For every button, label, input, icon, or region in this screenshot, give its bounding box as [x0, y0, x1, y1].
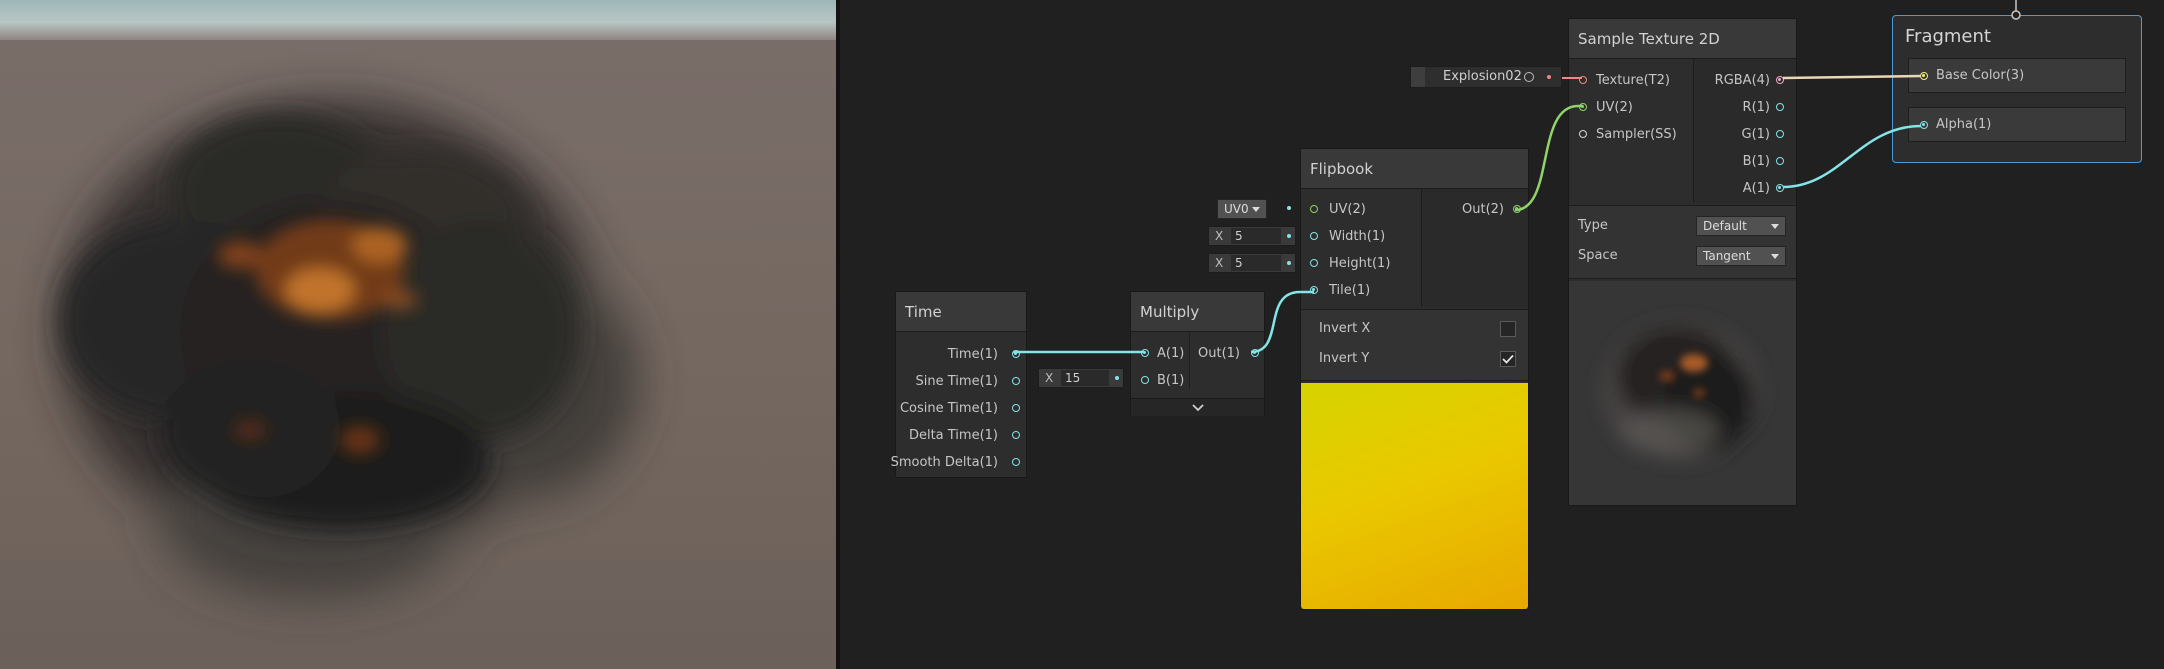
caret-down-icon [1771, 224, 1779, 229]
explosion-preview-thumbnail [1601, 321, 1761, 461]
flipbook-settings: Invert X Invert Y [1301, 309, 1528, 381]
flipbook-width-value[interactable]: 5 [1231, 228, 1281, 244]
multiply-b-value[interactable]: 15 [1061, 370, 1109, 386]
fragment-node[interactable]: Fragment Base Color(3) Alpha(1) [1892, 15, 2142, 163]
flipbook-height-value[interactable]: 5 [1231, 255, 1281, 271]
smooth-delta-output-port[interactable]: Smooth Delta(1) [891, 454, 998, 472]
multiply-expand-bar[interactable] [1131, 398, 1264, 416]
texture-field-connector [1547, 75, 1551, 79]
flipbook-tile-input-dot[interactable] [1310, 286, 1318, 294]
flipbook-uv-input-dot[interactable] [1310, 205, 1318, 213]
base-color-input-dot[interactable] [1920, 72, 1928, 80]
b-output-dot[interactable] [1776, 157, 1784, 165]
flipbook-uv-connector [1287, 206, 1291, 210]
type-dropdown[interactable]: Default [1696, 216, 1786, 236]
flipbook-node[interactable]: Flipbook UV(2) Width(1) Height(1) Tile(1… [1300, 148, 1529, 610]
time-output-port[interactable]: Time(1) [948, 346, 998, 364]
time-node[interactable]: Time Time(1) Sine Time(1) Cosine Time(1)… [891, 291, 1027, 478]
base-color-block[interactable]: Base Color(3) [1908, 58, 2126, 93]
sample-texture-node-title: Sample Texture 2D [1569, 19, 1796, 59]
multiply-node[interactable]: Multiply A(1) B(1) Out(1) [1130, 291, 1265, 416]
multiply-output-dot[interactable] [1251, 349, 1259, 357]
texture-asset-name: Explosion02 [1443, 69, 1522, 84]
a-output-dot[interactable] [1776, 184, 1784, 192]
flipbook-width-input-port[interactable]: Width(1) [1329, 228, 1385, 246]
multiply-b-connector [1115, 376, 1119, 380]
g-output-port[interactable]: G(1) [1742, 126, 1771, 144]
cosine-time-output-port[interactable]: Cosine Time(1) [900, 400, 998, 418]
sine-time-output-dot[interactable] [1012, 377, 1020, 385]
scene-viewport[interactable] [0, 0, 836, 669]
invert-x-label: Invert X [1319, 321, 1371, 336]
sample-texture-2d-node[interactable]: Sample Texture 2D Texture(T2) UV(2) Samp… [1568, 18, 1797, 506]
alpha-input-dot[interactable] [1920, 121, 1928, 129]
flipbook-height-field[interactable]: X 5 [1208, 253, 1296, 273]
uv-input-dot[interactable] [1579, 103, 1587, 111]
space-dropdown[interactable]: Tangent [1696, 246, 1786, 266]
g-output-dot[interactable] [1776, 130, 1784, 138]
r-output-port[interactable]: R(1) [1743, 99, 1770, 117]
flipbook-uv-wrapper [1205, 199, 1295, 219]
r-output-dot[interactable] [1776, 103, 1784, 111]
sampler-input-port[interactable]: Sampler(SS) [1596, 126, 1677, 144]
flipbook-width-field[interactable]: X 5 [1208, 226, 1296, 246]
invert-x-checkbox[interactable] [1500, 321, 1516, 337]
b-output-port[interactable]: B(1) [1743, 153, 1770, 171]
multiply-output-port[interactable]: Out(1) [1198, 345, 1240, 363]
texture-input-port[interactable]: Texture(T2) [1596, 72, 1670, 90]
multiply-divider [1189, 332, 1190, 389]
space-label: Space [1578, 248, 1618, 263]
time-output-dot[interactable] [1012, 350, 1020, 358]
base-color-label: Base Color(3) [1936, 68, 2025, 83]
multiply-a-input-port[interactable]: A(1) [1157, 345, 1184, 363]
flipbook-width-connector [1287, 234, 1291, 238]
flipbook-preview [1301, 383, 1528, 609]
multiply-b-field[interactable]: X 15 [1038, 368, 1124, 388]
sine-time-output-port[interactable]: Sine Time(1) [916, 373, 998, 391]
flipbook-width-input-dot[interactable] [1310, 232, 1318, 240]
type-label: Type [1578, 218, 1608, 233]
flipbook-height-input-dot[interactable] [1310, 259, 1318, 267]
flipbook-tile-input-port[interactable]: Tile(1) [1329, 282, 1370, 300]
multiply-b-input-dot[interactable] [1141, 376, 1149, 384]
smooth-delta-output-dot[interactable] [1012, 458, 1020, 466]
multiply-node-title: Multiply [1131, 292, 1264, 332]
delta-time-output-port[interactable]: Delta Time(1) [909, 427, 998, 445]
explosion-smoke-render [60, 100, 640, 600]
flipbook-height-input-port[interactable]: Height(1) [1329, 255, 1390, 273]
texture-field-handle [1411, 67, 1425, 87]
flipbook-node-title: Flipbook [1301, 149, 1528, 189]
flipbook-uv-input-port[interactable]: UV(2) [1329, 201, 1366, 219]
invert-y-checkbox[interactable] [1500, 351, 1516, 367]
flipbook-height-connector [1287, 261, 1291, 265]
flipbook-output-dot[interactable] [1513, 205, 1521, 213]
sample-texture-preview [1569, 281, 1796, 505]
invert-y-label: Invert Y [1319, 351, 1370, 366]
uv-input-port[interactable]: UV(2) [1596, 99, 1633, 117]
multiply-a-input-dot[interactable] [1141, 349, 1149, 357]
multiply-b-input-port[interactable]: B(1) [1157, 372, 1184, 390]
flipbook-output-port[interactable]: Out(2) [1462, 201, 1504, 219]
alpha-block[interactable]: Alpha(1) [1908, 107, 2126, 142]
fragment-node-title: Fragment [1905, 26, 1991, 47]
object-picker-icon[interactable] [1524, 72, 1534, 82]
a-output-port[interactable]: A(1) [1743, 180, 1770, 198]
texture-asset-field[interactable]: Explosion02 [1410, 66, 1562, 88]
sample-texture-settings: Type Default Space Tangent [1569, 205, 1796, 279]
caret-down-icon [1771, 254, 1779, 259]
rgba-output-port[interactable]: RGBA(4) [1715, 72, 1770, 90]
alpha-label: Alpha(1) [1936, 117, 1992, 132]
time-node-title: Time [896, 292, 1026, 332]
checkmark-icon [1502, 354, 1514, 364]
delta-time-output-dot[interactable] [1012, 431, 1020, 439]
rgba-output-dot[interactable] [1776, 76, 1784, 84]
sampler-input-dot[interactable] [1579, 130, 1587, 138]
cosine-time-output-dot[interactable] [1012, 404, 1020, 412]
chevron-down-icon [1192, 404, 1204, 412]
texture-input-dot[interactable] [1579, 76, 1587, 84]
